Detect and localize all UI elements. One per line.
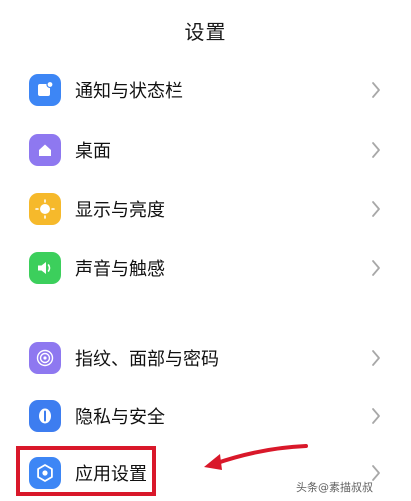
menu-item-label: 显示与亮度 — [75, 200, 165, 221]
chevron-right-icon — [372, 408, 380, 424]
speaker-icon — [29, 252, 61, 284]
chevron-right-icon — [372, 142, 380, 158]
watermark: 头条@素描叔叔 — [296, 481, 373, 494]
arrow-icon — [204, 444, 308, 470]
menu-item-fingerprint[interactable]: 指纹、面部与密码 — [0, 330, 411, 386]
menu-item-desktop[interactable]: 桌面 — [0, 122, 411, 178]
menu-item-privacy[interactable]: 隐私与安全 — [0, 388, 411, 444]
chevron-right-icon — [372, 82, 380, 98]
notification-icon — [29, 74, 61, 106]
menu-item-notifications[interactable]: 通知与状态栏 — [0, 62, 411, 118]
home-icon — [29, 134, 61, 166]
section-divider — [0, 305, 411, 327]
menu-item-label: 通知与状态栏 — [75, 81, 183, 102]
chevron-right-icon — [372, 260, 380, 276]
chevron-right-icon — [372, 201, 380, 217]
menu-item-sound[interactable]: 声音与触感 — [0, 240, 411, 296]
menu-item-display[interactable]: 显示与亮度 — [0, 181, 411, 237]
menu-item-label: 桌面 — [75, 141, 111, 162]
fingerprint-icon — [29, 342, 61, 374]
menu-item-label: 隐私与安全 — [75, 407, 165, 428]
shield-icon — [29, 400, 61, 432]
highlight-box — [16, 446, 156, 496]
menu-item-label: 声音与触感 — [75, 259, 165, 280]
chevron-right-icon — [372, 350, 380, 366]
menu-item-label: 指纹、面部与密码 — [75, 349, 219, 370]
page-title: 设置 — [184, 20, 227, 44]
sun-icon — [29, 193, 61, 225]
